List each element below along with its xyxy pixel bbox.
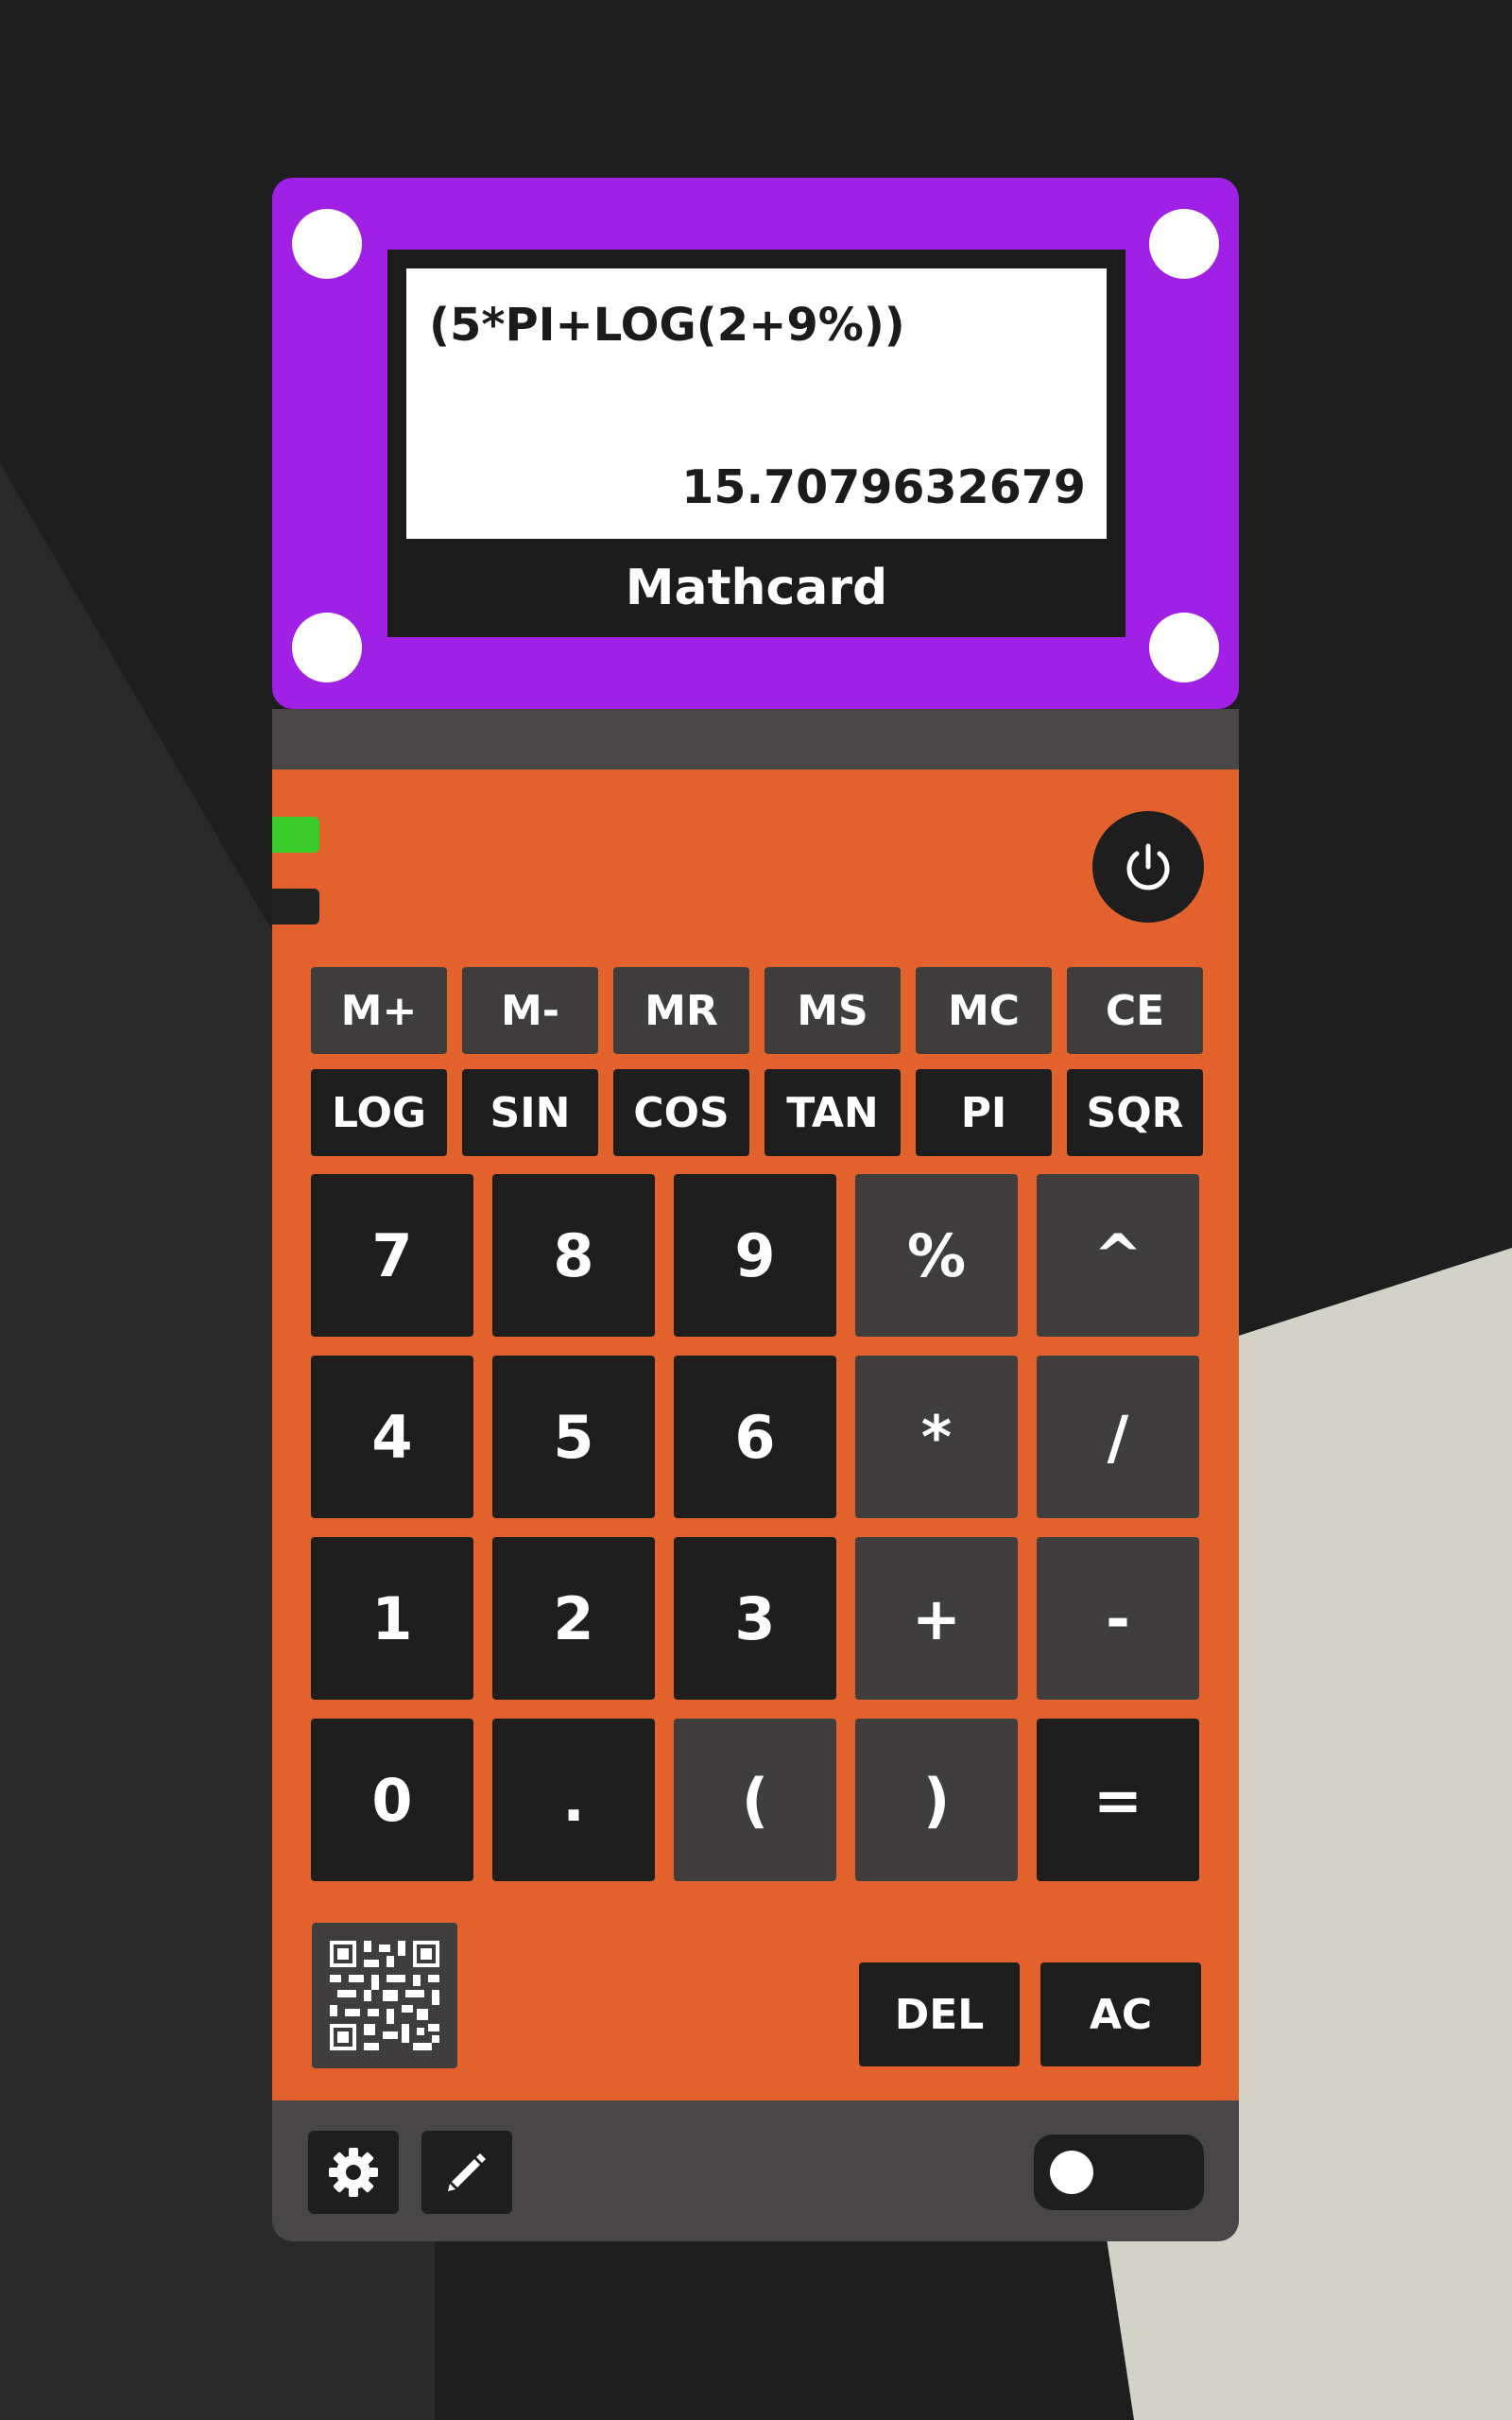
digit-6-button[interactable]: 6 [674, 1356, 836, 1518]
minus-button[interactable]: - [1037, 1537, 1199, 1700]
toggle-knob [1050, 2151, 1093, 2194]
pencil-icon [448, 2153, 486, 2191]
sqr-button[interactable]: SQR [1067, 1069, 1203, 1156]
digit-0-button[interactable]: 0 [311, 1719, 473, 1881]
digit-4-button[interactable]: 4 [311, 1356, 473, 1518]
delete-button[interactable]: DEL [859, 1962, 1020, 2066]
digit-8-button[interactable]: 8 [492, 1174, 655, 1337]
memory-subtract-button[interactable]: M- [462, 967, 598, 1054]
status-led-off [272, 889, 319, 925]
display-panel: (5*PI+LOG(2+9%)) 15.7079632679 Mathcard [272, 178, 1239, 709]
clear-entry-button[interactable]: CE [1067, 967, 1203, 1054]
digit-5-button[interactable]: 5 [492, 1356, 655, 1518]
memory-store-button[interactable]: MS [765, 967, 901, 1054]
decimal-point-button[interactable]: . [492, 1719, 655, 1881]
brand-label: Mathcard [625, 560, 888, 616]
close-paren-button[interactable]: ) [855, 1719, 1018, 1881]
power-icon [1126, 843, 1170, 890]
qr-code-button[interactable] [312, 1923, 457, 2068]
plus-button[interactable]: + [855, 1537, 1018, 1700]
digit-1-button[interactable]: 1 [311, 1537, 473, 1700]
screw [292, 209, 362, 279]
power-button[interactable] [1092, 811, 1204, 923]
equals-button[interactable]: = [1037, 1719, 1199, 1881]
memory-add-button[interactable]: M+ [311, 967, 447, 1054]
digit-9-button[interactable]: 9 [674, 1174, 836, 1337]
digit-3-button[interactable]: 3 [674, 1537, 836, 1700]
power-operator-button[interactable]: ^ [1037, 1174, 1199, 1337]
gear-icon [329, 2148, 378, 2197]
expression-display: (5*PI+LOG(2+9%)) [429, 299, 905, 352]
divider-strip [272, 709, 1239, 769]
multiply-button[interactable]: * [855, 1356, 1018, 1518]
tan-button[interactable]: TAN [765, 1069, 901, 1156]
memory-clear-button[interactable]: MC [916, 967, 1052, 1054]
screw [1149, 613, 1219, 683]
screen-frame: (5*PI+LOG(2+9%)) 15.7079632679 Mathcard [387, 250, 1125, 637]
screw [1149, 209, 1219, 279]
screw [292, 613, 362, 683]
qr-code-icon [330, 1941, 439, 2050]
sin-button[interactable]: SIN [462, 1069, 598, 1156]
digit-2-button[interactable]: 2 [492, 1537, 655, 1700]
cos-button[interactable]: COS [613, 1069, 749, 1156]
pi-button[interactable]: PI [916, 1069, 1052, 1156]
memory-recall-button[interactable]: MR [613, 967, 749, 1054]
digit-7-button[interactable]: 7 [311, 1174, 473, 1337]
open-paren-button[interactable]: ( [674, 1719, 836, 1881]
status-led-on [272, 817, 319, 853]
settings-button[interactable] [308, 2131, 399, 2214]
result-display: 15.7079632679 [681, 460, 1086, 514]
all-clear-button[interactable]: AC [1040, 1962, 1201, 2066]
mode-toggle[interactable] [1034, 2135, 1204, 2210]
percent-button[interactable]: % [855, 1174, 1018, 1337]
edit-button[interactable] [421, 2131, 512, 2214]
calculator: (5*PI+LOG(2+9%)) 15.7079632679 Mathcard … [272, 178, 1239, 2241]
lcd-screen: (5*PI+LOG(2+9%)) 15.7079632679 [406, 268, 1107, 539]
log-button[interactable]: LOG [311, 1069, 447, 1156]
divide-button[interactable]: / [1037, 1356, 1199, 1518]
